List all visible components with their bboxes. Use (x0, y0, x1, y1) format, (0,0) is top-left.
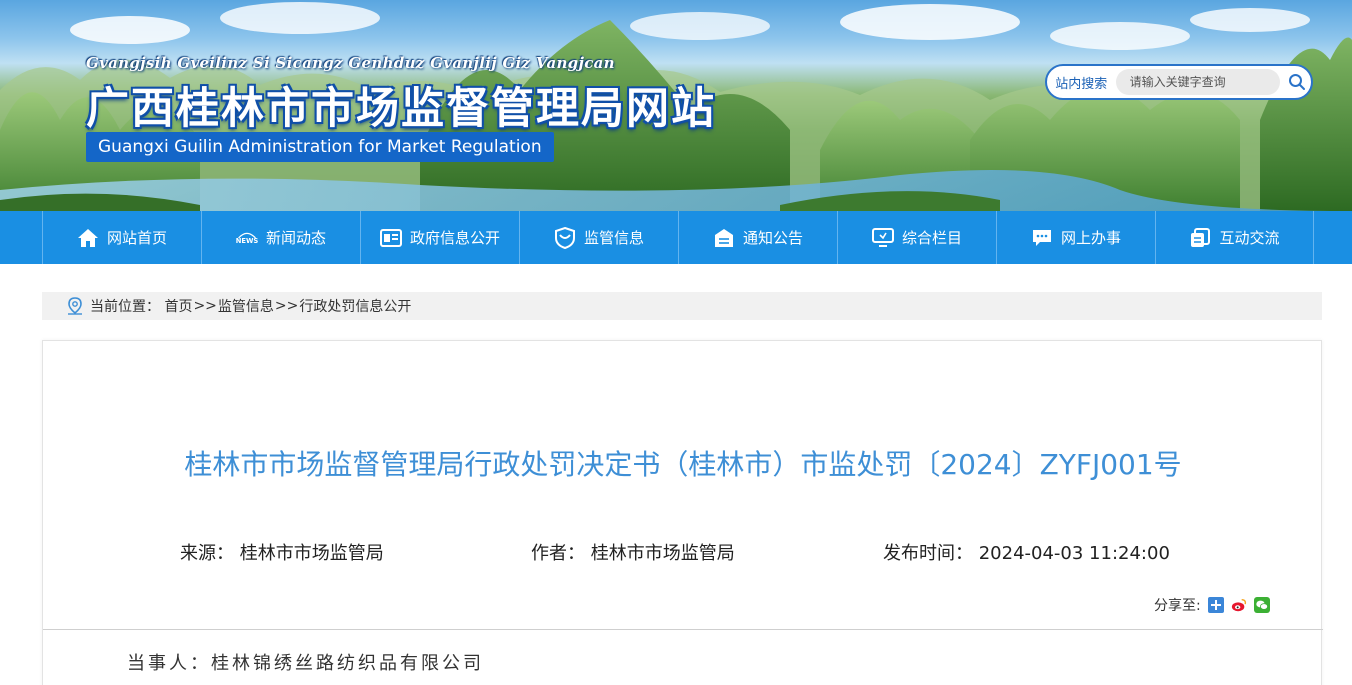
shield-icon (554, 226, 576, 249)
article-party: 当事人：桂林锦绣丝路纺织品有限公司 (127, 653, 484, 674)
notice-icon (713, 227, 735, 249)
article-panel: 桂林市市场监督管理局行政处罚决定书（桂林市）市监处罚〔2024〕ZYFJ001号… (42, 340, 1323, 685)
location-icon (66, 297, 84, 315)
copy-icon (1189, 227, 1211, 249)
news-icon: NEWS (236, 227, 258, 249)
svg-text:NEWS: NEWS (236, 237, 258, 245)
nav-item-label: 互动交流 (1219, 229, 1280, 247)
search-icon (1289, 74, 1306, 90)
site-title-english: Guangxi Guilin Administration for Market… (86, 132, 554, 162)
share-bar: 分享至: (1154, 595, 1270, 615)
nav-item-news[interactable]: NEWS 新闻动态 (201, 211, 360, 264)
nav-item-supervision[interactable]: 监管信息 (519, 211, 678, 264)
chat-icon (1031, 227, 1053, 249)
gov-info-icon (379, 227, 402, 249)
nav-item-label: 综合栏目 (901, 229, 962, 247)
wechat-icon[interactable] (1253, 597, 1270, 613)
monitor-icon (871, 227, 894, 249)
search-button[interactable] (1284, 67, 1311, 97)
nav-item-general[interactable]: 综合栏目 (837, 211, 996, 264)
article-title: 桂林市市场监督管理局行政处罚决定书（桂林市）市监处罚〔2024〕ZYFJ001号 (184, 448, 1182, 481)
nav-item-online-service[interactable]: 网上办事 (996, 211, 1155, 264)
article-divider (43, 629, 1323, 630)
breadcrumb-supervision[interactable]: 监管信息 (218, 296, 274, 316)
nav-item-notice[interactable]: 通知公告 (678, 211, 837, 264)
article-source: 来源： 桂林市市场监管局 (180, 543, 384, 564)
breadcrumb-penalty-info[interactable]: 行政处罚信息公开 (299, 296, 411, 316)
share-label: 分享至: (1154, 598, 1201, 614)
search-label: 站内搜索 (1055, 76, 1108, 92)
header-banner: Gvangjsih Gveilinz Si Sicangz Genhduz Gv… (0, 0, 1352, 211)
nav-item-label: 网上办事 (1060, 229, 1121, 247)
share-plus-icon[interactable] (1207, 597, 1224, 613)
main-nav: 网站首页 NEWS 新闻动态 政府信息公开 监管信息 通知公告 综合栏目 网上办… (0, 211, 1352, 264)
nav-item-home[interactable]: 网站首页 (42, 211, 201, 264)
breadcrumb-separator: >> (274, 298, 299, 314)
weibo-icon[interactable] (1231, 597, 1247, 613)
site-title-pinyin: Gvangjsih Gveilinz Si Sicangz Genhduz Gv… (86, 54, 615, 72)
nav-item-gov-info[interactable]: 政府信息公开 (360, 211, 519, 264)
article-publish-time: 发布时间： 2024-04-03 11:24:00 (883, 543, 1170, 564)
home-icon (77, 227, 99, 249)
nav-item-label: 新闻动态 (265, 229, 326, 247)
nav-item-label: 监管信息 (583, 229, 644, 247)
article-author: 作者： 桂林市市场监管局 (531, 543, 735, 564)
site-title: 广西桂林市市场监督管理局网站 (86, 84, 716, 134)
nav-item-interaction[interactable]: 互动交流 (1155, 211, 1314, 264)
search-input[interactable] (1115, 69, 1280, 95)
breadcrumb: 当前位置： 首页 >> 监管信息 >> 行政处罚信息公开 (42, 292, 1322, 320)
nav-item-label: 网站首页 (106, 229, 167, 247)
breadcrumb-separator: >> (193, 298, 217, 314)
site-search: 站内搜索 (1045, 64, 1313, 100)
nav-item-label: 政府信息公开 (409, 229, 500, 247)
nav-item-label: 通知公告 (742, 229, 803, 247)
breadcrumb-prefix: 当前位置： (90, 299, 160, 315)
breadcrumb-home[interactable]: 首页 (164, 296, 192, 316)
